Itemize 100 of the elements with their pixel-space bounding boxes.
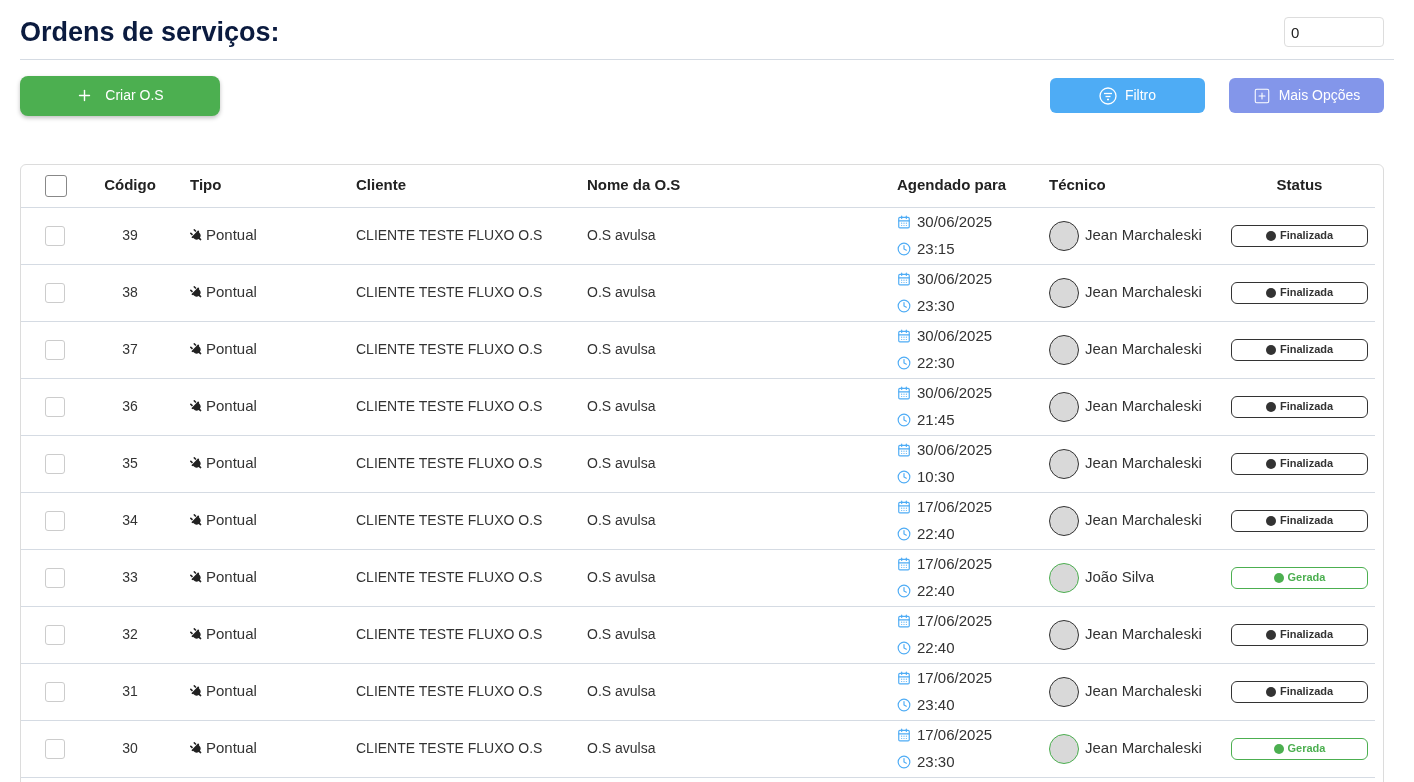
clock-icon	[897, 469, 911, 484]
date-text: 17/06/2025	[917, 611, 993, 631]
code-cell-text: 33	[122, 568, 138, 587]
time-text: 23:30	[917, 751, 955, 772]
code-cell-text: 39	[122, 226, 138, 245]
technician-name: Jean Marchaleski	[1085, 738, 1202, 759]
client-cell: CLIENTE TESTE FLUXO O.S	[356, 740, 543, 756]
client-cell: CLIENTE TESTE FLUXO O.S	[356, 284, 543, 300]
time-text: 23:30	[917, 295, 955, 316]
order-name-cell: O.S avulsa	[587, 626, 656, 642]
date-text: 30/06/2025	[917, 326, 993, 346]
avatar	[1049, 220, 1079, 251]
technician-name: Jean Marchaleski	[1085, 396, 1202, 417]
calendar-icon	[897, 500, 911, 515]
status-label: Finalizada	[1279, 399, 1334, 415]
client-cell: CLIENTE TESTE FLUXO O.S	[356, 227, 543, 243]
column-header: Código	[104, 176, 156, 194]
order-name-cell: O.S avulsa	[587, 341, 656, 357]
client-cell: CLIENTE TESTE FLUXO O.S	[356, 683, 543, 699]
checkbox[interactable]	[45, 225, 65, 246]
filter-button[interactable]: Filtro	[1050, 78, 1205, 113]
calendar-icon	[897, 386, 911, 401]
type-cell-text: Pontual	[206, 453, 257, 474]
technician-name: Jean Marchaleski	[1085, 681, 1202, 702]
column-header: Técnico	[1049, 176, 1106, 194]
order-name-cell: O.S avulsa	[587, 227, 656, 243]
date-text: 17/06/2025	[917, 497, 993, 517]
code-cell-text: 38	[122, 283, 138, 302]
order-name-cell: O.S avulsa	[587, 455, 656, 471]
avatar	[1049, 391, 1079, 422]
code-cell-text: 30	[122, 739, 138, 758]
avatar	[1049, 277, 1079, 308]
time-text: 22:40	[917, 580, 955, 601]
checkbox[interactable]	[45, 396, 65, 417]
checkbox[interactable]	[45, 282, 65, 303]
technician-name: Jean Marchaleski	[1085, 225, 1202, 246]
avatar	[1049, 733, 1079, 764]
date-text: 17/06/2025	[917, 725, 993, 745]
client-cell: CLIENTE TESTE FLUXO O.S	[356, 341, 543, 357]
order-name-cell: O.S avulsa	[587, 683, 656, 699]
client-cell: CLIENTE TESTE FLUXO O.S	[356, 398, 543, 414]
checkbox[interactable]	[45, 738, 65, 759]
calendar-icon	[897, 272, 911, 287]
calendar-icon	[897, 671, 911, 686]
status-label: Finalizada	[1279, 342, 1334, 358]
plus-square-icon	[1252, 86, 1271, 105]
type-cell-text: Pontual	[206, 225, 257, 246]
technician-name: Jean Marchaleski	[1085, 624, 1202, 645]
avatar	[1049, 562, 1079, 593]
clock-icon	[897, 640, 911, 655]
checkbox[interactable]	[45, 453, 65, 474]
status-label: Finalizada	[1279, 627, 1334, 643]
type-cell-text: Pontual	[206, 567, 257, 588]
type-cell-text: Pontual	[206, 681, 257, 702]
order-name-cell: O.S avulsa	[587, 569, 656, 585]
type-cell-text: Pontual	[206, 282, 257, 303]
status-label: Gerada	[1287, 570, 1326, 586]
date-text: 17/06/2025	[917, 668, 993, 688]
clock-icon	[897, 355, 911, 370]
checkbox[interactable]	[45, 339, 65, 360]
avatar	[1049, 505, 1079, 536]
calendar-icon	[897, 215, 911, 230]
status-label: Finalizada	[1279, 285, 1334, 301]
avatar	[1049, 334, 1079, 365]
order-name-cell: O.S avulsa	[587, 740, 656, 756]
calendar-icon	[897, 728, 911, 743]
number-field[interactable]: 0	[1284, 17, 1384, 48]
clock-icon	[897, 583, 911, 598]
type-cell-text: Pontual	[206, 396, 257, 417]
client-cell: CLIENTE TESTE FLUXO O.S	[356, 455, 543, 471]
avatar	[1049, 676, 1079, 707]
technician-name: Jean Marchaleski	[1085, 510, 1202, 531]
time-text: 22:40	[917, 523, 955, 544]
type-cell-text: Pontual	[206, 510, 257, 531]
checkbox[interactable]	[45, 624, 65, 645]
type-cell-text: Pontual	[206, 339, 257, 360]
date-text: 30/06/2025	[917, 269, 993, 289]
avatar	[1049, 619, 1079, 650]
checkbox[interactable]	[45, 681, 65, 702]
clock-icon	[897, 526, 911, 541]
checkbox[interactable]	[45, 567, 65, 588]
time-text: 21:45	[917, 409, 955, 430]
calendar-icon	[897, 443, 911, 458]
checkbox[interactable]	[45, 510, 65, 531]
more-options-button[interactable]: Mais Opções	[1229, 78, 1384, 113]
create-button[interactable]: Criar O.S	[20, 75, 220, 116]
time-text: 22:40	[917, 637, 955, 658]
clock-icon	[897, 697, 911, 712]
checkbox[interactable]	[45, 174, 67, 197]
technician-name: Jean Marchaleski	[1085, 453, 1202, 474]
code-cell-text: 34	[122, 511, 138, 530]
client-cell: CLIENTE TESTE FLUXO O.S	[356, 569, 543, 585]
clock-icon	[897, 241, 911, 256]
time-text: 22:30	[917, 352, 955, 373]
order-name-cell: O.S avulsa	[587, 284, 656, 300]
code-cell-text: 36	[122, 397, 138, 416]
column-header: Tipo	[190, 176, 222, 194]
clock-icon	[897, 412, 911, 427]
order-name-cell: O.S avulsa	[587, 398, 656, 414]
calendar-icon	[897, 614, 911, 629]
